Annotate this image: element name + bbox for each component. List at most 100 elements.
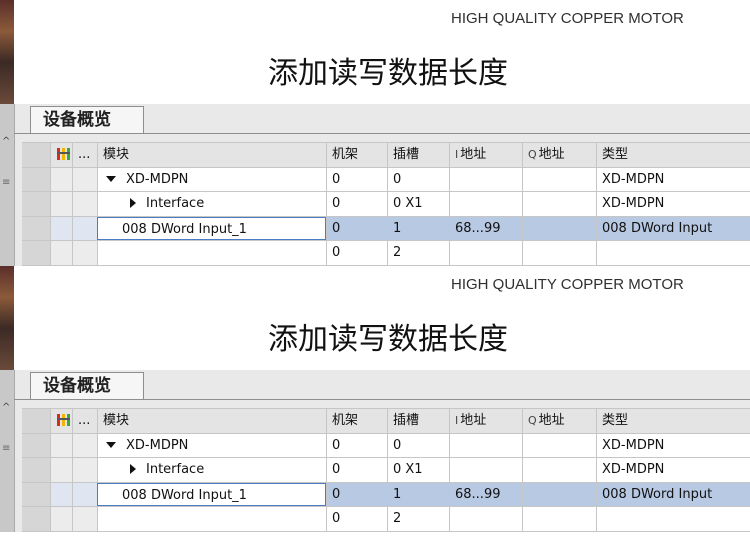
triangle-right-icon[interactable] (130, 464, 136, 474)
type-cell[interactable] (596, 241, 750, 265)
module-cell[interactable]: Interface (97, 458, 326, 482)
type-cell[interactable]: XD-MDPN (596, 433, 750, 457)
rack-cell[interactable]: 0 (326, 192, 387, 216)
header-rack[interactable]: 机架 (326, 409, 387, 433)
table-row[interactable]: XD-MDPN 0 0 XD-MDPN (22, 433, 750, 458)
q-address-cell[interactable] (522, 216, 596, 240)
rack-cell[interactable]: 0 (326, 433, 387, 457)
row-cell (72, 192, 97, 216)
i-address-cell[interactable] (449, 458, 522, 482)
i-address-label: 地址 (460, 413, 487, 428)
table-row[interactable]: 0 2 (22, 241, 750, 266)
triangle-down-icon[interactable] (106, 441, 116, 448)
q-address-cell[interactable] (522, 167, 596, 191)
type-cell[interactable]: XD-MDPN (596, 167, 750, 191)
table-row[interactable]: Interface 0 0 X1 XD-MDPN (22, 458, 750, 483)
row-selector (22, 241, 50, 265)
network-view-icon[interactable] (50, 143, 72, 167)
i-address-label: 地址 (460, 147, 487, 162)
network-view-icon[interactable] (50, 409, 72, 433)
i-address-cell[interactable]: 68...99 (449, 482, 522, 506)
q-prefix: Q (528, 414, 537, 427)
row-cell (72, 507, 97, 531)
rack-cell[interactable]: 0 (326, 507, 387, 531)
type-cell[interactable] (596, 507, 750, 531)
q-address-cell[interactable] (522, 482, 596, 506)
slot-cell[interactable]: 1 (387, 482, 449, 506)
rack-cell[interactable]: 0 (326, 458, 387, 482)
rack-cell[interactable]: 0 (326, 216, 387, 240)
row-cell (50, 216, 72, 240)
header-ellipsis[interactable]: ... (72, 409, 97, 433)
header-i-address[interactable]: I 地址 (449, 409, 522, 433)
module-name: Interface (146, 196, 205, 211)
header-i-address[interactable]: I 地址 (449, 143, 522, 167)
module-cell[interactable]: XD-MDPN (97, 167, 326, 191)
triangle-right-icon[interactable] (130, 198, 136, 208)
slot-cell[interactable]: 2 (387, 241, 449, 265)
header-ellipsis[interactable]: ... (72, 143, 97, 167)
module-cell[interactable] (97, 241, 326, 265)
header-q-address[interactable]: Q 地址 (522, 143, 596, 167)
table-header: ... 模块 机架 插槽 I 地址 Q 地址 类型 (22, 408, 750, 434)
row-cell (72, 241, 97, 265)
q-address-cell[interactable] (522, 433, 596, 457)
q-address-cell[interactable] (522, 241, 596, 265)
background-photo-strip (0, 0, 14, 104)
module-cell[interactable]: 008 DWord Input_1 (97, 482, 326, 506)
type-cell[interactable]: 008 DWord Input (596, 482, 750, 506)
module-cell[interactable]: XD-MDPN (97, 433, 326, 457)
module-cell[interactable] (97, 507, 326, 531)
type-cell[interactable]: XD-MDPN (596, 192, 750, 216)
i-address-cell[interactable] (449, 241, 522, 265)
slot-cell[interactable]: 1 (387, 216, 449, 240)
tab-device-overview[interactable]: 设备概览 (30, 106, 144, 133)
table-row[interactable]: 0 2 (22, 507, 750, 532)
type-cell[interactable]: 008 DWord Input (596, 216, 750, 240)
triangle-down-icon[interactable] (106, 175, 116, 182)
slot-cell[interactable]: 0 (387, 167, 449, 191)
header-module[interactable]: 模块 (97, 143, 326, 167)
slot-cell[interactable]: 0 X1 (387, 192, 449, 216)
grip-icon[interactable]: ≡ (2, 177, 10, 188)
header-type[interactable]: 类型 (596, 409, 750, 433)
header-row-selector (22, 409, 50, 433)
header-type[interactable]: 类型 (596, 143, 750, 167)
i-prefix: I (455, 414, 459, 427)
device-table: ... 模块 机架 插槽 I 地址 Q 地址 类型 XD-MDPN 0 0 XD-M… (22, 142, 750, 266)
type-cell[interactable]: XD-MDPN (596, 458, 750, 482)
q-prefix: Q (528, 148, 537, 161)
q-address-cell[interactable] (522, 507, 596, 531)
header-rack[interactable]: 机架 (326, 143, 387, 167)
row-selector (22, 192, 50, 216)
rack-cell[interactable]: 0 (326, 482, 387, 506)
caret-up-icon[interactable]: ^ (2, 136, 10, 147)
grip-icon[interactable]: ≡ (2, 443, 10, 454)
table-row-selected[interactable]: 008 DWord Input_1 0 1 68...99 008 DWord … (22, 482, 750, 507)
i-address-cell[interactable] (449, 507, 522, 531)
tab-device-overview[interactable]: 设备概览 (30, 372, 144, 399)
slot-cell[interactable]: 2 (387, 507, 449, 531)
q-address-cell[interactable] (522, 192, 596, 216)
table-row-selected[interactable]: 008 DWord Input_1 0 1 68...99 008 DWord … (22, 216, 750, 241)
slot-cell[interactable]: 0 (387, 433, 449, 457)
module-cell[interactable]: Interface (97, 192, 326, 216)
table-row[interactable]: XD-MDPN 0 0 XD-MDPN (22, 167, 750, 192)
rack-cell[interactable]: 0 (326, 241, 387, 265)
module-cell[interactable]: 008 DWord Input_1 (97, 216, 326, 240)
i-address-cell[interactable] (449, 167, 522, 191)
q-address-cell[interactable] (522, 458, 596, 482)
table-row[interactable]: Interface 0 0 X1 XD-MDPN (22, 192, 750, 217)
page-heading: 添加读写数据长度 (268, 322, 508, 357)
header-slot[interactable]: 插槽 (387, 409, 449, 433)
header-slot[interactable]: 插槽 (387, 143, 449, 167)
header-module[interactable]: 模块 (97, 409, 326, 433)
slot-cell[interactable]: 0 X1 (387, 458, 449, 482)
rack-cell[interactable]: 0 (326, 167, 387, 191)
brand-caption: HIGH QUALITY COPPER MOTOR (451, 276, 684, 293)
caret-up-icon[interactable]: ^ (2, 402, 10, 413)
i-address-cell[interactable]: 68...99 (449, 216, 522, 240)
i-address-cell[interactable] (449, 433, 522, 457)
i-address-cell[interactable] (449, 192, 522, 216)
header-q-address[interactable]: Q 地址 (522, 409, 596, 433)
